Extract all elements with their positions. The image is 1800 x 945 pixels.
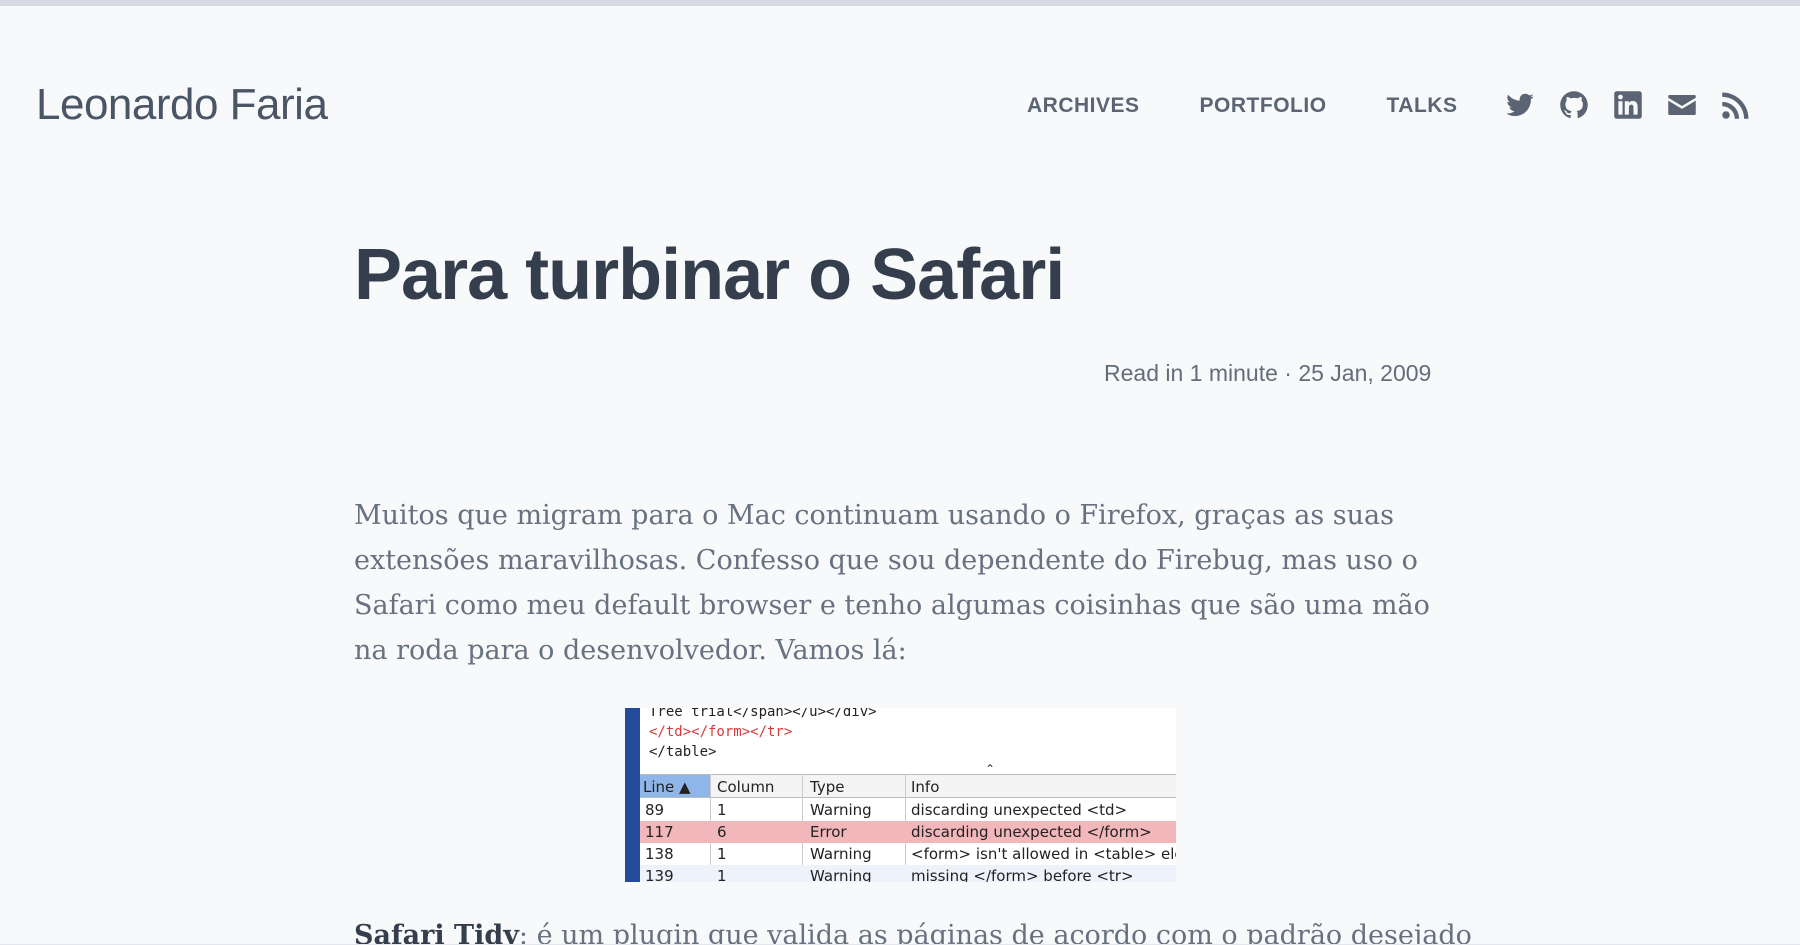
main-nav: ARCHIVES PORTFOLIO TALKS	[1027, 94, 1457, 118]
github-icon[interactable]	[1559, 90, 1589, 120]
post-meta: Read in 1 minute · 25 Jan, 2009	[1104, 360, 1432, 386]
cell-type: Warning	[810, 801, 872, 819]
post-next-paragraph: Safari Tidy: é um plugin que valida as p…	[354, 920, 1472, 945]
cell-type: Error	[810, 823, 847, 841]
email-icon[interactable]	[1667, 90, 1697, 120]
table-row: 139 1 Warning missing </form> before <tr…	[640, 865, 1176, 882]
screenshot-code: Tree trial</span></u></div> </td></form>…	[649, 708, 877, 762]
cell-type: Warning	[810, 867, 872, 882]
post-title: Para turbinar o Safari	[354, 235, 1065, 315]
cell-info: discarding unexpected </form>	[911, 823, 1152, 841]
post-paragraph: Muitos que migram para o Mac continuam u…	[354, 500, 1430, 666]
safari-tidy-screenshot: Tree trial</span></u></div> </td></form>…	[625, 708, 1176, 882]
cell-line: 138	[645, 845, 674, 863]
cell-column: 1	[717, 867, 727, 882]
table-row: 117 6 Error discarding unexpected </form…	[640, 821, 1176, 843]
cell-column: 6	[717, 823, 727, 841]
code-line: Tree trial</span></u></div>	[649, 708, 877, 720]
col-line: Line ▲	[640, 775, 710, 797]
top-border	[0, 0, 1800, 6]
cell-info: missing </form> before <tr>	[911, 867, 1134, 882]
nav-portfolio[interactable]: PORTFOLIO	[1200, 94, 1327, 118]
site-title[interactable]: Leonardo Faria	[36, 80, 328, 130]
table-row: 89 1 Warning discarding unexpected <td>	[640, 799, 1176, 821]
nav-archives[interactable]: ARCHIVES	[1027, 94, 1140, 118]
col-info: Info	[911, 778, 940, 796]
code-line: </table>	[649, 744, 717, 760]
cell-line: 139	[645, 867, 674, 882]
code-line: </td></form></tr>	[649, 724, 793, 740]
social-links	[1505, 90, 1751, 120]
col-column: Column	[717, 778, 775, 796]
safari-tidy-label: Safari Tidy	[354, 920, 519, 945]
cell-line: 117	[645, 823, 674, 841]
screenshot-sidebar-strip	[625, 708, 640, 882]
results-table-header: Line ▲ Column Type Info	[640, 774, 1176, 798]
cell-column: 1	[717, 801, 727, 819]
nav-talks[interactable]: TALKS	[1387, 94, 1458, 118]
col-type: Type	[810, 778, 845, 796]
table-row: 138 1 Warning <form> isn't allowed in <t…	[640, 843, 1176, 865]
cell-info: discarding unexpected <td>	[911, 801, 1128, 819]
rss-icon[interactable]	[1721, 90, 1751, 120]
cell-line: 89	[645, 801, 665, 819]
linkedin-icon[interactable]	[1613, 90, 1643, 120]
safari-tidy-description: : é um plugin que valida as páginas de a…	[518, 920, 1472, 945]
twitter-icon[interactable]	[1505, 90, 1535, 120]
cell-info: <form> isn't allowed in <table> elem	[911, 845, 1176, 863]
cell-type: Warning	[810, 845, 872, 863]
cell-column: 1	[717, 845, 727, 863]
